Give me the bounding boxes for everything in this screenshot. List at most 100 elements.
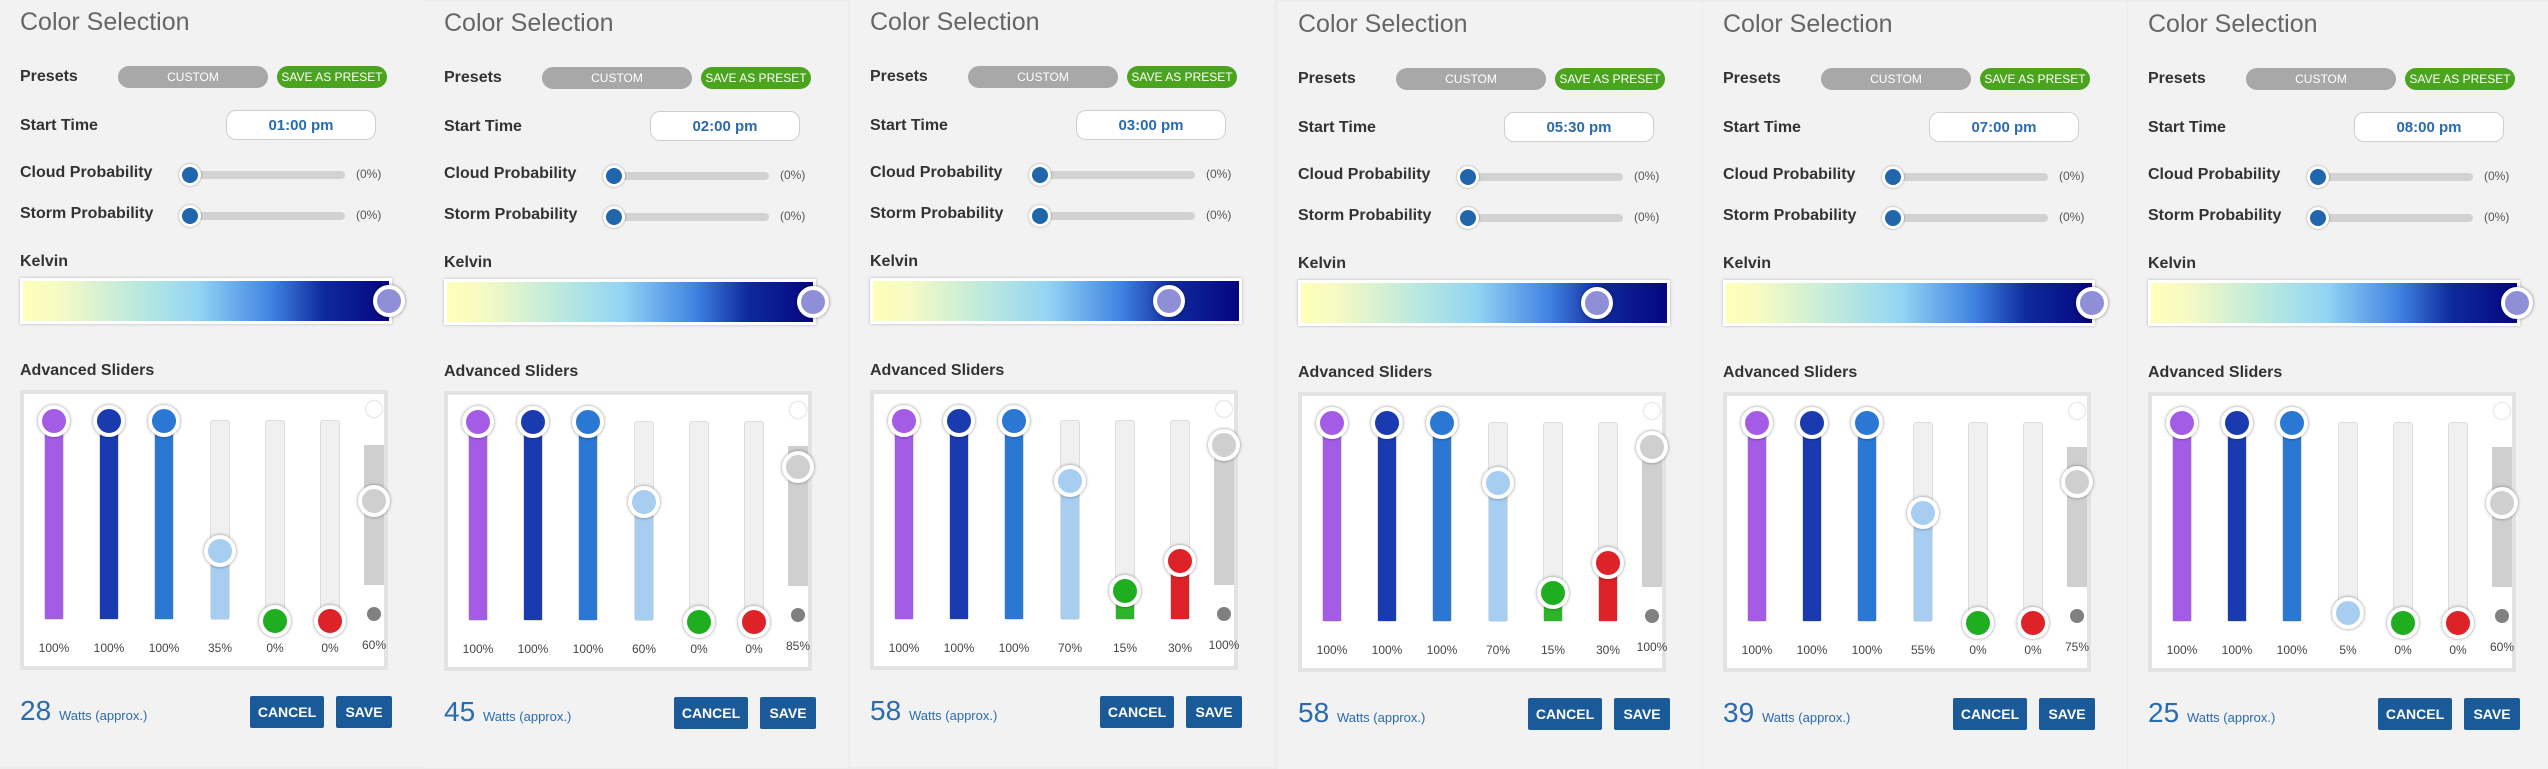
cancel-button[interactable]: CANCEL [1528,698,1602,730]
custom-preset-button[interactable]: CUSTOM [968,66,1118,88]
start-time-input[interactable]: 08:00 pm [2354,112,2504,142]
save-button[interactable]: SAVE [760,697,816,729]
channel-6-slider[interactable] [1592,422,1624,622]
channel-4-slider[interactable] [1482,422,1514,622]
channel-6-handle[interactable] [1592,547,1624,579]
start-time-input[interactable]: 03:00 pm [1076,110,1226,140]
channel-1-handle[interactable] [38,405,70,437]
cancel-button[interactable]: CANCEL [1100,696,1174,728]
custom-preset-button[interactable]: CUSTOM [1821,68,1971,90]
start-time-input[interactable]: 05:30 pm [1504,112,1654,142]
kelvin-slider-handle[interactable] [797,286,829,318]
storm-probability-slider[interactable] [2307,207,2473,229]
channel-2-handle[interactable] [943,405,975,437]
storm-slider-handle[interactable] [1882,207,1904,229]
channel-3-handle[interactable] [148,405,180,437]
channel-5-slider[interactable] [1109,420,1141,620]
save-button[interactable]: SAVE [336,696,392,728]
channel-4-slider[interactable] [204,420,236,620]
channel-2-slider[interactable] [2221,407,2253,622]
channel-3-handle[interactable] [2276,407,2308,439]
start-time-input[interactable]: 02:00 pm [650,111,800,141]
channel-1-slider[interactable] [1316,407,1348,622]
channel-4-slider[interactable] [1907,422,1939,622]
channel-1-slider[interactable] [2166,407,2198,622]
channel-1-slider[interactable] [38,405,70,620]
channel-2-handle[interactable] [1796,407,1828,439]
cancel-button[interactable]: CANCEL [674,697,748,729]
white-channel-slider[interactable] [1208,429,1240,585]
channel-3-handle[interactable] [572,406,604,438]
channel-6-slider[interactable] [2017,422,2049,639]
cloud-slider-handle[interactable] [603,165,625,187]
white-channel-slider[interactable] [358,445,390,585]
start-time-input[interactable]: 01:00 pm [226,110,376,140]
kelvin-gradient-slider[interactable] [1723,280,2108,326]
storm-probability-slider[interactable] [1882,207,2048,229]
channel-6-handle[interactable] [2017,607,2049,639]
kelvin-slider-handle[interactable] [2076,287,2108,319]
channel-5-handle[interactable] [1109,575,1141,607]
channel-5-handle[interactable] [259,605,291,637]
cloud-slider-handle[interactable] [1882,166,1904,188]
white-channel-toggle[interactable] [1644,403,1660,419]
white-channel-slider[interactable] [2061,447,2093,587]
channel-6-handle[interactable] [1164,545,1196,577]
channel-6-slider[interactable] [314,420,346,637]
channel-2-slider[interactable] [1371,407,1403,622]
channel-5-slider[interactable] [2387,422,2419,639]
white-slider-handle[interactable] [1636,431,1668,463]
channel-6-slider[interactable] [1164,420,1196,620]
storm-slider-handle[interactable] [179,205,201,227]
channel-5-handle[interactable] [2387,607,2419,639]
kelvin-gradient-slider[interactable] [870,278,1242,324]
channel-4-handle[interactable] [628,486,660,518]
kelvin-gradient-slider[interactable] [2148,280,2533,326]
storm-slider-handle[interactable] [603,206,625,228]
cancel-button[interactable]: CANCEL [1953,698,2027,730]
custom-preset-button[interactable]: CUSTOM [1396,68,1546,90]
save-as-preset-button[interactable]: SAVE AS PRESET [1555,68,1665,90]
custom-preset-button[interactable]: CUSTOM [118,66,268,88]
kelvin-slider-handle[interactable] [2501,287,2533,319]
white-slider-handle[interactable] [2061,466,2093,498]
custom-preset-button[interactable]: CUSTOM [2246,68,2396,90]
save-as-preset-button[interactable]: SAVE AS PRESET [2405,68,2515,90]
channel-1-handle[interactable] [1316,407,1348,439]
cloud-probability-slider[interactable] [179,164,345,186]
channel-1-handle[interactable] [888,405,920,437]
channel-1-slider[interactable] [1741,407,1773,622]
white-channel-slider[interactable] [782,446,814,586]
channel-1-slider[interactable] [462,406,494,621]
white-channel-toggle[interactable] [2494,403,2510,419]
storm-slider-handle[interactable] [1457,207,1479,229]
channel-1-handle[interactable] [462,406,494,438]
storm-probability-slider[interactable] [179,205,345,227]
kelvin-gradient-slider[interactable] [20,278,405,324]
channel-2-handle[interactable] [93,405,125,437]
channel-4-handle[interactable] [2332,597,2364,629]
channel-5-slider[interactable] [1537,422,1569,622]
channel-5-handle[interactable] [1537,577,1569,609]
save-button[interactable]: SAVE [1186,696,1242,728]
start-time-input[interactable]: 07:00 pm [1929,112,2079,142]
channel-4-slider[interactable] [1054,420,1086,620]
channel-4-handle[interactable] [204,535,236,567]
save-as-preset-button[interactable]: SAVE AS PRESET [1127,66,1237,88]
channel-5-slider[interactable] [683,421,715,638]
channel-3-slider[interactable] [998,405,1030,620]
channel-1-handle[interactable] [2166,407,2198,439]
channel-5-slider[interactable] [259,420,291,637]
channel-1-handle[interactable] [1741,407,1773,439]
kelvin-gradient-slider[interactable] [444,279,829,325]
channel-4-handle[interactable] [1907,497,1939,529]
channel-3-handle[interactable] [998,405,1030,437]
channel-6-slider[interactable] [2442,422,2474,639]
white-channel-toggle[interactable] [2069,403,2085,419]
kelvin-slider-handle[interactable] [373,285,405,317]
channel-4-handle[interactable] [1054,465,1086,497]
channel-6-handle[interactable] [738,606,770,638]
white-slider-handle[interactable] [782,451,814,483]
channel-2-handle[interactable] [517,406,549,438]
channel-4-slider[interactable] [2332,422,2364,629]
